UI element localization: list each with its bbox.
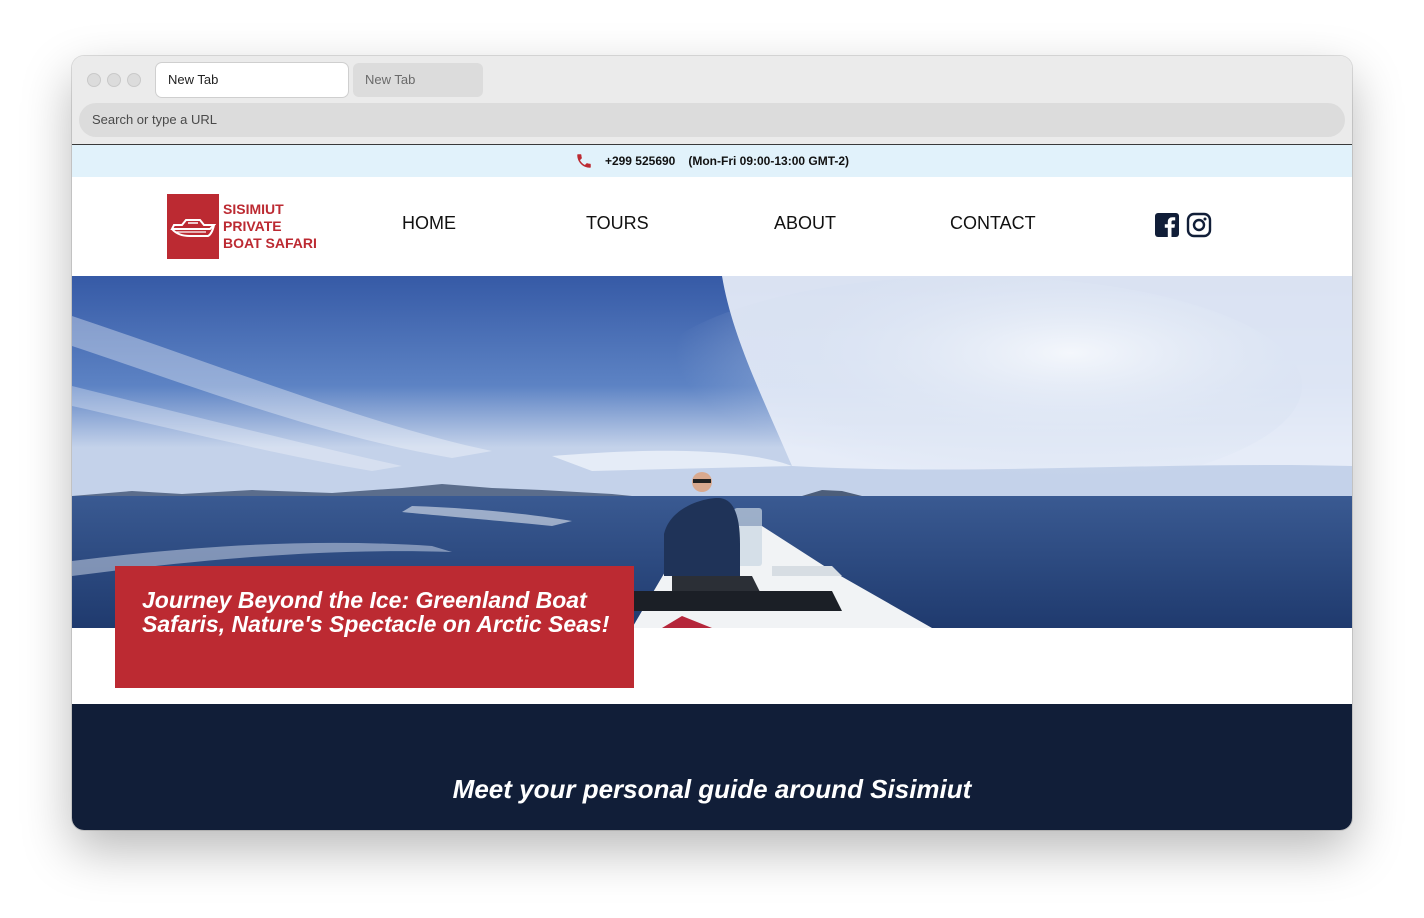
logo-line-2: PRIVATE [223, 218, 282, 234]
nav-about[interactable]: ABOUT [774, 213, 836, 234]
browser-chrome: New Tab New Tab Search or type a URL [72, 56, 1352, 145]
zoom-window-button[interactable] [127, 73, 141, 87]
section-title: Meet your personal guide around Sisimiut [452, 774, 972, 804]
phone-number[interactable]: +299 525690 [605, 154, 675, 168]
logo-line-3: BOAT SAFARI [223, 235, 317, 251]
tab-active[interactable]: New Tab [156, 63, 348, 97]
nav-contact[interactable]: CONTACT [950, 213, 1036, 234]
phone-icon [577, 154, 591, 168]
guide-section: Meet your personal guide around Sisimiut [72, 704, 1352, 830]
office-hours: (Mon-Fri 09:00-13:00 GMT-2) [688, 154, 850, 168]
social-links [1154, 212, 1212, 238]
hero-headline-banner: Journey Beyond the Ice: Greenland Boat S… [115, 566, 634, 688]
minimize-window-button[interactable] [107, 73, 121, 87]
address-bar[interactable]: Search or type a URL [79, 103, 1345, 137]
site-header: SISIMIUT PRIVATE BOAT SAFARI HOME TOURS … [72, 177, 1352, 276]
hero-headline: Journey Beyond the Ice: Greenland Boat S… [142, 587, 610, 637]
logo-line-1: SISIMIUT [223, 201, 284, 217]
tab-inactive[interactable]: New Tab [353, 63, 483, 97]
site-logo[interactable]: SISIMIUT PRIVATE BOAT SAFARI [167, 194, 317, 259]
nav-home[interactable]: HOME [402, 213, 456, 234]
window-controls [87, 73, 141, 87]
facebook-icon[interactable] [1154, 212, 1180, 238]
logo-text: SISIMIUT PRIVATE BOAT SAFARI [223, 201, 317, 252]
instagram-icon[interactable] [1186, 212, 1212, 238]
nav-tours[interactable]: TOURS [586, 213, 649, 234]
contact-topbar: +299 525690 (Mon-Fri 09:00-13:00 GMT-2) [72, 145, 1352, 177]
close-window-button[interactable] [87, 73, 101, 87]
browser-window: New Tab New Tab Search or type a URL +29… [72, 56, 1352, 830]
boat-icon [167, 194, 219, 259]
